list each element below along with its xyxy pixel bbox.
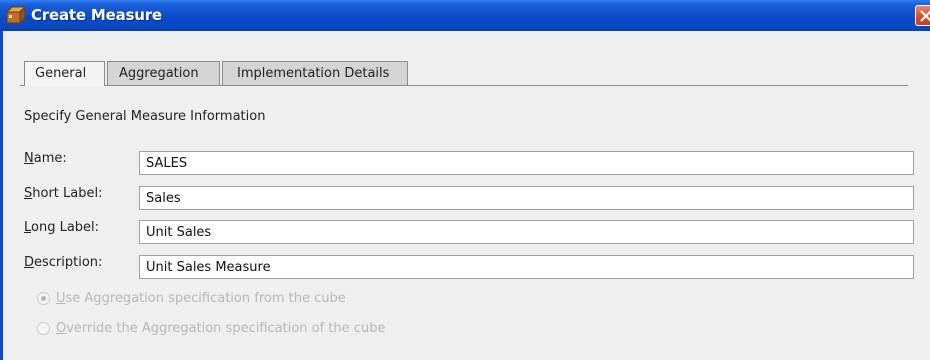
description-field[interactable] xyxy=(139,255,914,279)
use-cube-aggregation-label: Use Aggregation specification from the c… xyxy=(56,290,346,306)
override-aggregation-radio[interactable] xyxy=(37,321,50,335)
short-label-field[interactable] xyxy=(139,186,914,210)
tab-implementation-details[interactable]: Implementation Details xyxy=(222,61,408,85)
close-icon xyxy=(920,10,930,22)
name-field[interactable] xyxy=(139,151,914,175)
use-cube-aggregation-radio[interactable] xyxy=(37,291,50,305)
title-bar[interactable]: Create Measure xyxy=(0,0,930,31)
short-label-label: Short Label: xyxy=(24,186,103,201)
tab-implementation-details-label: Implementation Details xyxy=(237,66,390,81)
close-button[interactable] xyxy=(915,5,930,26)
create-measure-dialog: Create Measure General Aggregation Imple… xyxy=(0,0,930,360)
override-aggregation-label: Override the Aggregation specification o… xyxy=(56,320,386,336)
dialog-title: Create Measure xyxy=(31,6,162,24)
tab-aggregation[interactable]: Aggregation xyxy=(107,61,220,85)
tab-general-label: General xyxy=(35,66,87,81)
long-label-field[interactable] xyxy=(139,220,914,244)
section-heading: Specify General Measure Information xyxy=(24,109,266,124)
description-label: Description: xyxy=(24,255,103,270)
cube-app-icon xyxy=(5,5,27,25)
tab-aggregation-label: Aggregation xyxy=(119,66,199,81)
use-cube-aggregation-option[interactable]: Use Aggregation specification from the c… xyxy=(37,288,346,308)
override-aggregation-option[interactable]: Override the Aggregation specification o… xyxy=(37,318,385,338)
tab-general[interactable]: General xyxy=(24,61,105,86)
window-border xyxy=(0,31,3,360)
long-label-label: Long Label: xyxy=(24,220,100,235)
tab-panel-border xyxy=(20,85,908,86)
name-label: Name: xyxy=(24,151,67,166)
